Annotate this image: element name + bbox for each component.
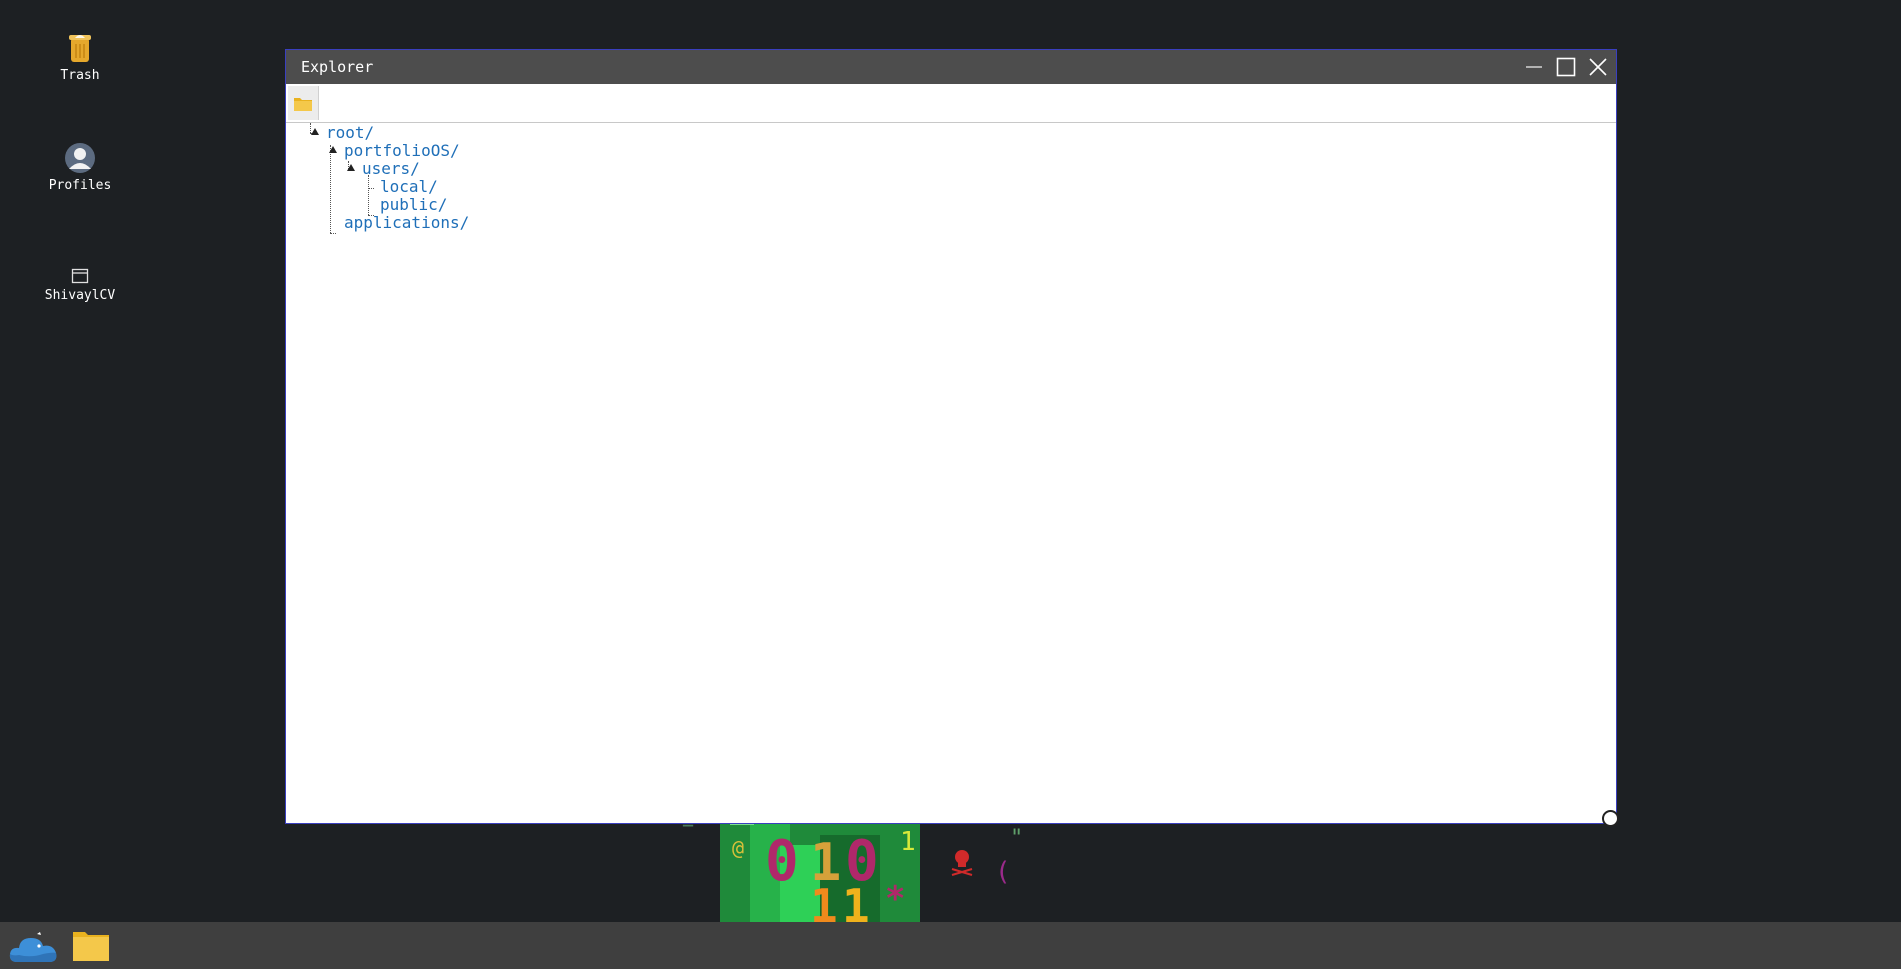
file-tree: root/ portfolioOS/ users/ local/ public/… — [286, 123, 1616, 823]
explorer-window: Explorer root/ portfolioOS/ users/ local… — [285, 49, 1617, 824]
svg-text:(: ( — [995, 857, 1011, 887]
svg-text:@: @ — [732, 836, 744, 860]
expand-triangle-icon[interactable] — [329, 146, 337, 153]
minimize-icon — [1526, 66, 1542, 68]
close-button[interactable] — [1586, 55, 1610, 79]
svg-text:": " — [1010, 826, 1023, 851]
tree-node-applications[interactable]: applications/ — [344, 214, 469, 232]
minimize-button[interactable] — [1522, 55, 1546, 79]
desktop-icon-trash[interactable]: Trash — [25, 30, 135, 83]
close-icon — [1589, 58, 1607, 76]
taskbar-start-button[interactable] — [8, 926, 60, 966]
window-resize-handle[interactable] — [1602, 810, 1619, 827]
window-controls — [1522, 50, 1610, 84]
tree-connector — [368, 188, 374, 189]
tree-connector — [330, 145, 331, 233]
skull-icon — [951, 850, 973, 876]
svg-text:*: * — [885, 879, 905, 919]
tree-connector — [368, 175, 369, 215]
tree-node-users[interactable]: users/ — [362, 160, 420, 178]
wallpaper-artwork: 0 1 0 1 1 * @ 1 ( " = — [660, 815, 1060, 922]
desktop-icon-label: Profiles — [48, 178, 112, 193]
desktop-icon-label: ShivaylCV — [44, 288, 116, 303]
desktop: Trash Profiles ShivaylCV 0 1 0 1 1 * @ 1… — [0, 0, 1901, 922]
trash-can-icon — [67, 30, 93, 64]
tree-node-local[interactable]: local/ — [380, 178, 438, 196]
svg-text:1: 1 — [810, 879, 838, 922]
expand-triangle-icon[interactable] — [347, 164, 355, 171]
window-titlebar[interactable]: Explorer — [286, 50, 1616, 84]
tree-node-root[interactable]: root/ — [326, 124, 374, 142]
taskbar — [0, 922, 1901, 969]
svg-text:1: 1 — [842, 879, 870, 922]
folder-icon — [73, 932, 109, 961]
explorer-toolbar — [286, 84, 1616, 123]
folder-icon — [294, 97, 312, 111]
tree-node-portfolioos[interactable]: portfolioOS/ — [344, 142, 460, 160]
desktop-icon-label: Trash — [60, 68, 100, 83]
expand-triangle-icon[interactable] — [311, 128, 319, 135]
desktop-icon-profiles[interactable]: Profiles — [25, 140, 135, 193]
tree-connector — [330, 233, 336, 234]
maximize-button[interactable] — [1554, 55, 1578, 79]
toolbar-folder-button[interactable] — [288, 86, 319, 120]
taskbar-explorer-button[interactable] — [70, 926, 112, 966]
cloud-logo-icon — [9, 932, 57, 962]
user-avatar-icon — [64, 140, 96, 174]
svg-text:0: 0 — [765, 829, 799, 894]
desktop-icon-shivaylcv[interactable]: ShivaylCV — [25, 250, 135, 303]
window-title: Explorer — [301, 58, 374, 76]
svg-text:1: 1 — [900, 827, 916, 857]
tree-node-public[interactable]: public/ — [380, 196, 447, 214]
maximize-icon — [1556, 57, 1576, 77]
window-icon — [71, 250, 89, 284]
